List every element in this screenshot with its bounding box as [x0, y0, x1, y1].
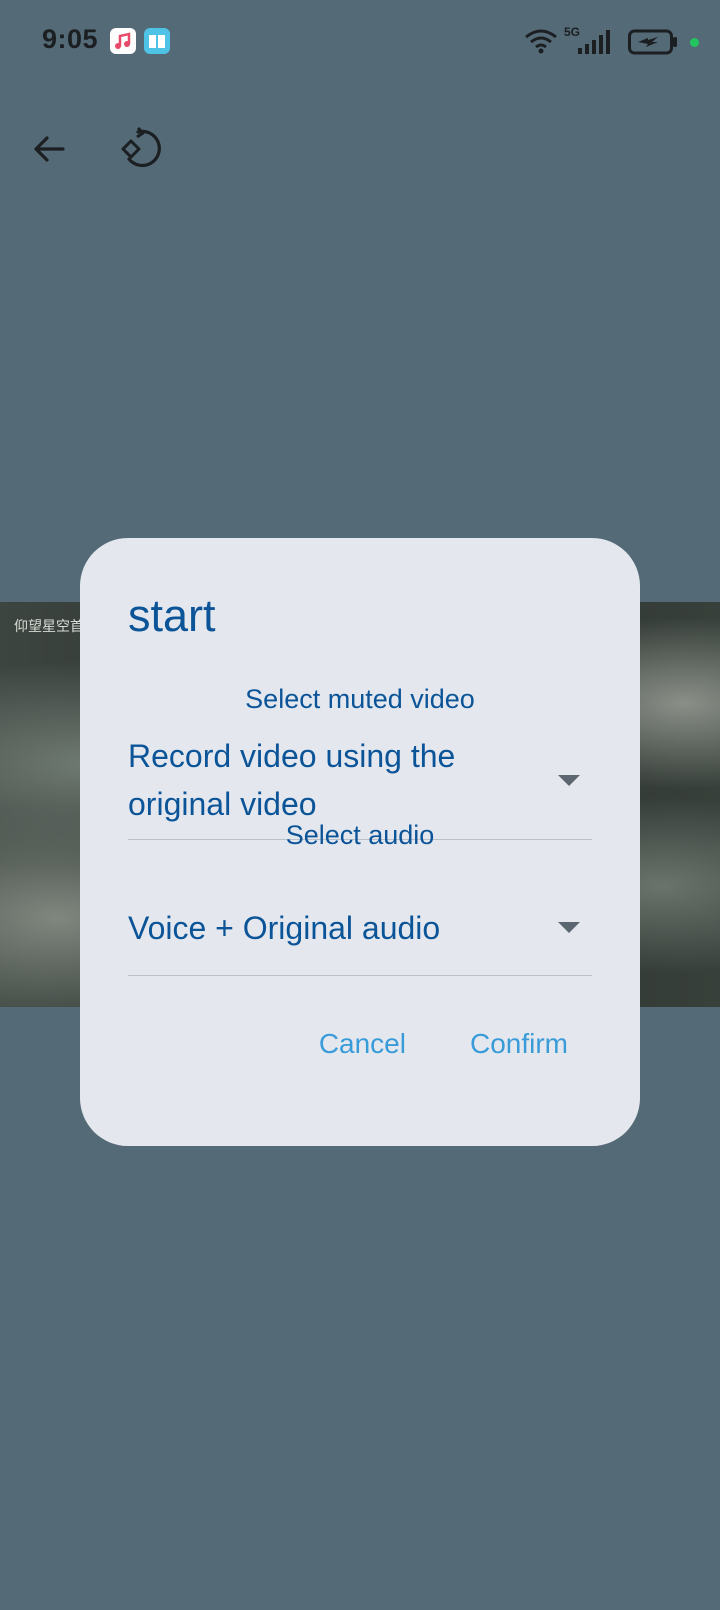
audio-dropdown[interactable]: Voice + Original audio: [128, 870, 592, 976]
video-caption: 仰望星空首: [14, 619, 84, 635]
rotate-button[interactable]: [112, 120, 174, 182]
status-time: 9:05: [42, 24, 99, 54]
chevron-down-icon: [558, 775, 580, 786]
rotate-icon: [119, 125, 167, 178]
chevron-down-icon: [558, 922, 580, 933]
privacy-indicator-dot: [690, 38, 699, 47]
dialog-actions: Cancel Confirm: [319, 1028, 568, 1060]
audio-label: Select audio: [285, 820, 435, 850]
screen: 9:05 5G 仰望星空首 start Select muted video R…: [0, 0, 720, 1610]
dialog-title: start: [128, 590, 216, 641]
reader-app-icon: [144, 28, 170, 54]
music-app-icon: [110, 28, 136, 54]
back-button[interactable]: [18, 120, 80, 182]
muted-video-selected-value: Record video using the original video: [128, 738, 456, 822]
signal-icon: [576, 30, 612, 61]
muted-video-label: Select muted video: [245, 684, 475, 714]
wifi-icon: [524, 28, 558, 59]
cancel-button[interactable]: Cancel: [319, 1028, 406, 1060]
start-dialog: start Select muted video Record video us…: [80, 538, 640, 1146]
audio-selected-value: Voice + Original audio: [128, 910, 441, 946]
status-bar: 9:05 5G: [0, 0, 720, 84]
confirm-button[interactable]: Confirm: [470, 1028, 568, 1060]
battery-charging-icon: [628, 29, 678, 60]
back-arrow-icon: [29, 129, 69, 174]
